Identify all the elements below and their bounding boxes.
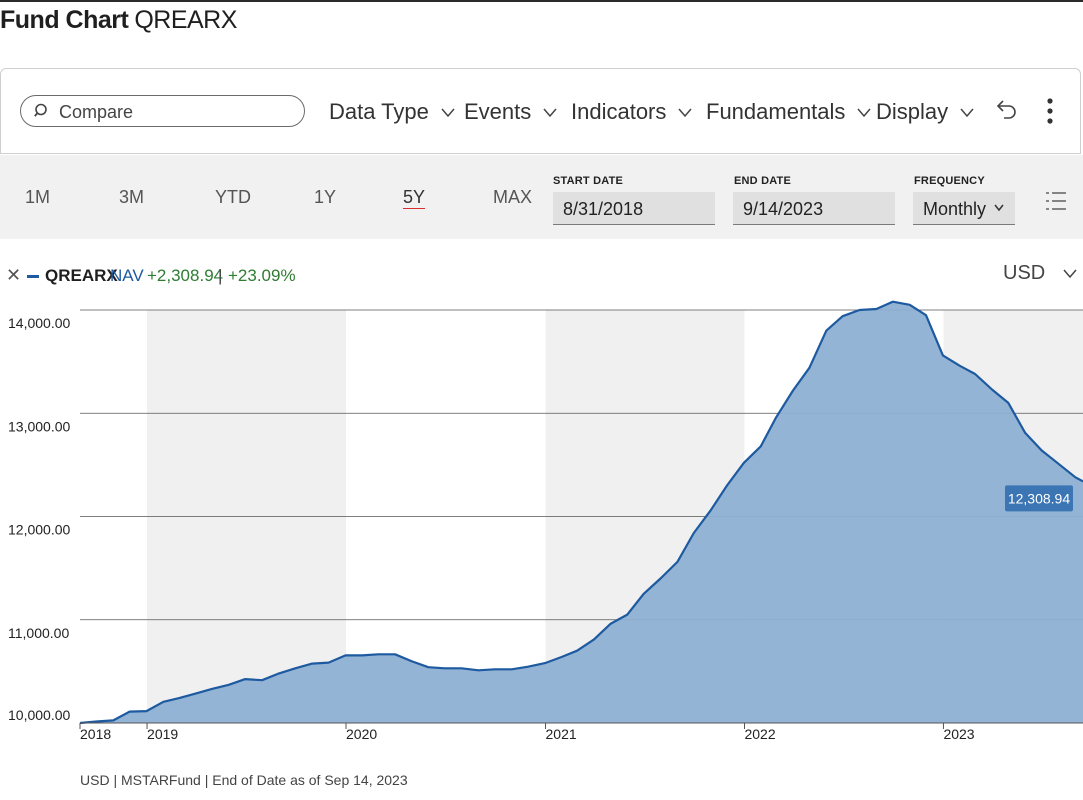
- frequency-label: FREQUENCY: [914, 175, 985, 187]
- range-ytd-button[interactable]: YTD: [215, 187, 251, 208]
- list-view-icon[interactable]: [1045, 191, 1067, 211]
- legend-measure: NAV: [110, 266, 144, 285]
- chevron-down-icon: [441, 108, 455, 118]
- x-tick-label: 2022: [744, 726, 775, 742]
- x-tick-label: 2020: [346, 726, 377, 742]
- x-tick-label: 2019: [147, 726, 178, 742]
- date-range-bar: 1M 3M YTD 1Y 5Y MAX START DATE 8/31/2018…: [0, 155, 1083, 239]
- chevron-down-icon: [543, 108, 557, 118]
- page-title-ticker: QREARX: [134, 6, 237, 34]
- range-1y-button[interactable]: 1Y: [314, 187, 336, 208]
- data-type-menu[interactable]: Data Type: [329, 99, 455, 125]
- range-max-button[interactable]: MAX: [493, 187, 532, 208]
- start-date-label: START DATE: [553, 175, 624, 187]
- currency-value: USD: [1003, 262, 1046, 284]
- events-label: Events: [464, 99, 532, 124]
- y-tick-label: 10,000.00: [8, 707, 70, 723]
- range-1m-button[interactable]: 1M: [25, 187, 50, 208]
- chart-toolbar: Data Type Events Indicators Fundamentals…: [0, 68, 1081, 154]
- chevron-down-icon: [678, 108, 692, 118]
- frequency-value: Monthly: [923, 199, 987, 219]
- series-legend: ✕ QREARX NAV +2,308.94 | +23.09% USD: [0, 262, 1083, 290]
- display-menu[interactable]: Display: [876, 99, 974, 125]
- x-tick-label: 2021: [546, 726, 577, 742]
- start-date-field[interactable]: 8/31/2018: [553, 192, 715, 225]
- fundamentals-label: Fundamentals: [706, 99, 846, 124]
- indicators-label: Indicators: [571, 99, 667, 124]
- display-label: Display: [876, 99, 949, 124]
- range-3m-button[interactable]: 3M: [119, 187, 144, 208]
- series-swatch: [27, 275, 39, 278]
- currency-select[interactable]: USD: [1003, 262, 1077, 285]
- end-date-field[interactable]: 9/14/2023: [733, 192, 895, 225]
- frequency-select[interactable]: Monthly: [913, 192, 1015, 225]
- compare-input[interactable]: [57, 99, 296, 125]
- page-title-label: Fund Chart: [0, 6, 129, 34]
- y-tick-label: 12,000.00: [8, 522, 70, 538]
- remove-series-icon[interactable]: ✕: [6, 265, 21, 286]
- more-options-icon[interactable]: [1045, 97, 1055, 125]
- chevron-down-icon: [1063, 269, 1077, 278]
- end-date-label: END DATE: [734, 175, 792, 187]
- legend-symbol: QREARX: [45, 266, 118, 285]
- compare-search[interactable]: [20, 95, 305, 127]
- y-tick-label: 11,000.00: [8, 625, 69, 641]
- legend-change-pct: +23.09%: [228, 266, 296, 285]
- y-tick-label: 13,000.00: [8, 418, 70, 434]
- indicators-menu[interactable]: Indicators: [571, 99, 692, 125]
- legend-change: +2,308.94: [147, 266, 224, 285]
- data-type-label: Data Type: [329, 99, 429, 124]
- top-rule: [0, 0, 1083, 2]
- x-tick-label: 2023: [943, 726, 974, 742]
- page-title: Fund Chart QREARX: [0, 6, 237, 35]
- fundamentals-menu[interactable]: Fundamentals: [706, 99, 871, 125]
- chevron-down-icon: [994, 204, 1004, 212]
- range-5y-button[interactable]: 5Y: [403, 187, 425, 208]
- nav-area-chart: 10,000.00 11,000.00 12,000.00 13,000.00 14,0…: [8, 300, 1083, 742]
- last-value-label: 12,308.94: [1008, 490, 1070, 506]
- y-tick-label: 14,000.00: [8, 315, 70, 331]
- undo-icon[interactable]: [995, 97, 1019, 121]
- chevron-down-icon: [960, 108, 974, 118]
- search-icon: [34, 103, 47, 117]
- x-tick-label: 2018: [80, 726, 111, 742]
- events-menu[interactable]: Events: [464, 99, 557, 125]
- legend-separator: |: [218, 266, 223, 285]
- chart-footer: USD | MSTARFund | End of Date as of Sep …: [80, 772, 408, 788]
- chevron-down-icon: [857, 108, 871, 118]
